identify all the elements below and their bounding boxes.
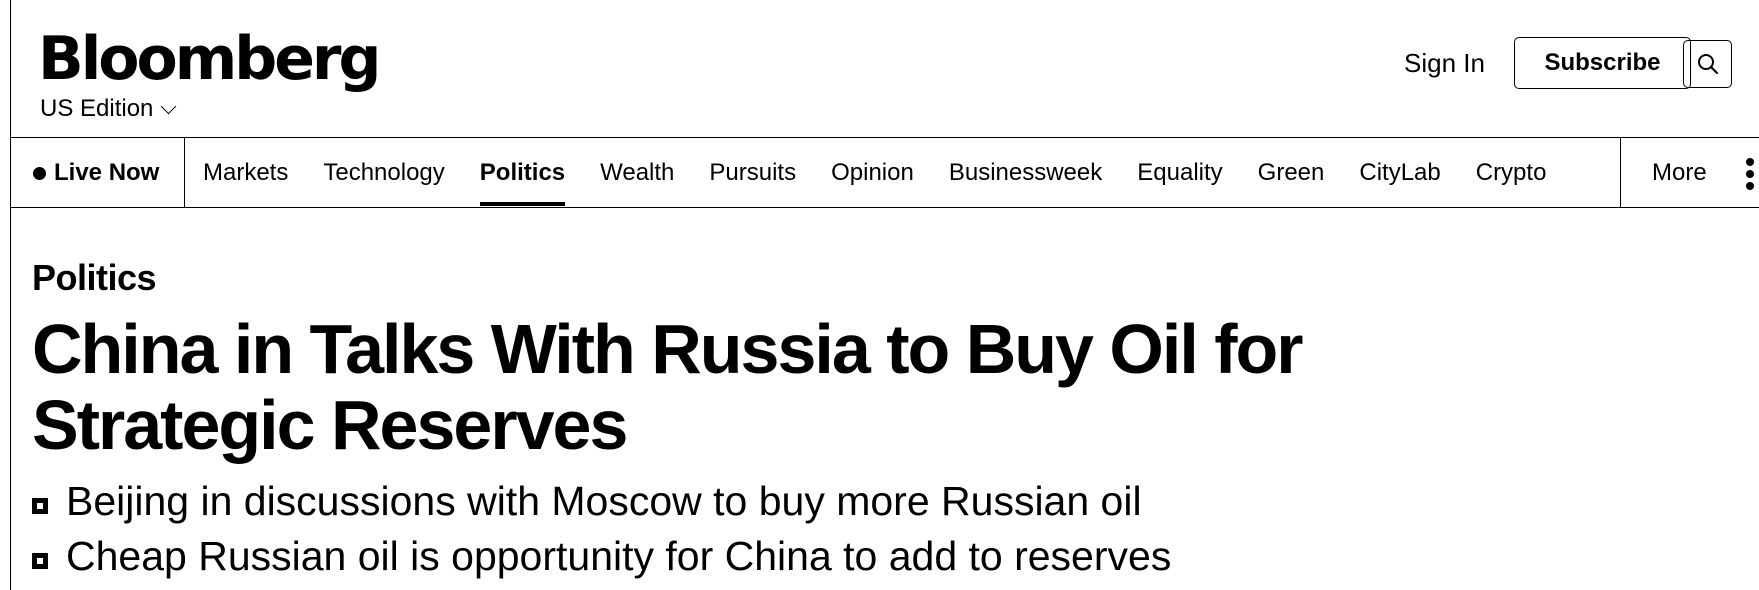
subscribe-button[interactable]: Subscribe — [1514, 37, 1691, 89]
more-label: More — [1652, 159, 1707, 186]
nav-item-pursuits[interactable]: Pursuits — [709, 138, 796, 208]
live-now-link[interactable]: Live Now — [11, 138, 185, 208]
live-dot-icon — [33, 166, 46, 180]
nav-item-markets[interactable]: Markets — [203, 138, 288, 208]
chevron-down-icon — [161, 98, 177, 114]
article-summary: Beijing in discussions with Moscow to bu… — [32, 474, 1171, 584]
summary-bullet: Beijing in discussions with Moscow to bu… — [32, 474, 1171, 529]
main-nav: Live Now Markets Technology Politics Wea… — [11, 138, 1759, 208]
edition-selector[interactable]: US Edition — [40, 94, 177, 124]
bullet-square-icon — [32, 497, 48, 514]
summary-bullet-text: Cheap Russian oil is opportunity for Chi… — [66, 533, 1172, 579]
bullet-square-icon — [32, 552, 48, 569]
search-button[interactable] — [1683, 40, 1732, 88]
nav-item-opinion[interactable]: Opinion — [831, 138, 914, 208]
nav-item-citylab[interactable]: CityLab — [1359, 138, 1440, 208]
more-menu-button[interactable]: More — [1620, 138, 1759, 208]
bloomberg-logo[interactable]: Bloomberg — [38, 24, 381, 94]
section-label[interactable]: Politics — [32, 256, 157, 300]
edition-label: US Edition — [40, 95, 154, 122]
page-frame: Bloomberg US Edition Sign In Subscribe L… — [10, 0, 1759, 590]
nav-item-green[interactable]: Green — [1258, 138, 1325, 208]
nav-item-technology[interactable]: Technology — [323, 138, 444, 208]
live-now-label: Live Now — [54, 159, 160, 186]
kebab-icon — [1746, 158, 1754, 190]
nav-item-wealth[interactable]: Wealth — [600, 138, 674, 208]
nav-item-equality[interactable]: Equality — [1137, 138, 1222, 208]
summary-bullet: Cheap Russian oil is opportunity for Chi… — [32, 529, 1171, 584]
nav-item-politics[interactable]: Politics — [479, 138, 566, 208]
nav-item-businessweek[interactable]: Businessweek — [949, 138, 1102, 208]
article-headline: China in Talks With Russia to Buy Oil fo… — [32, 310, 1304, 464]
nav-item-crypto[interactable]: Crypto — [1476, 138, 1547, 208]
nav-list: Markets Technology Politics Wealth Pursu… — [203, 138, 1581, 208]
site-header: Bloomberg US Edition Sign In Subscribe — [11, 0, 1759, 138]
summary-bullet-text: Beijing in discussions with Moscow to bu… — [66, 478, 1142, 524]
sign-in-link[interactable]: Sign In — [1404, 46, 1485, 80]
search-icon — [1697, 54, 1718, 75]
